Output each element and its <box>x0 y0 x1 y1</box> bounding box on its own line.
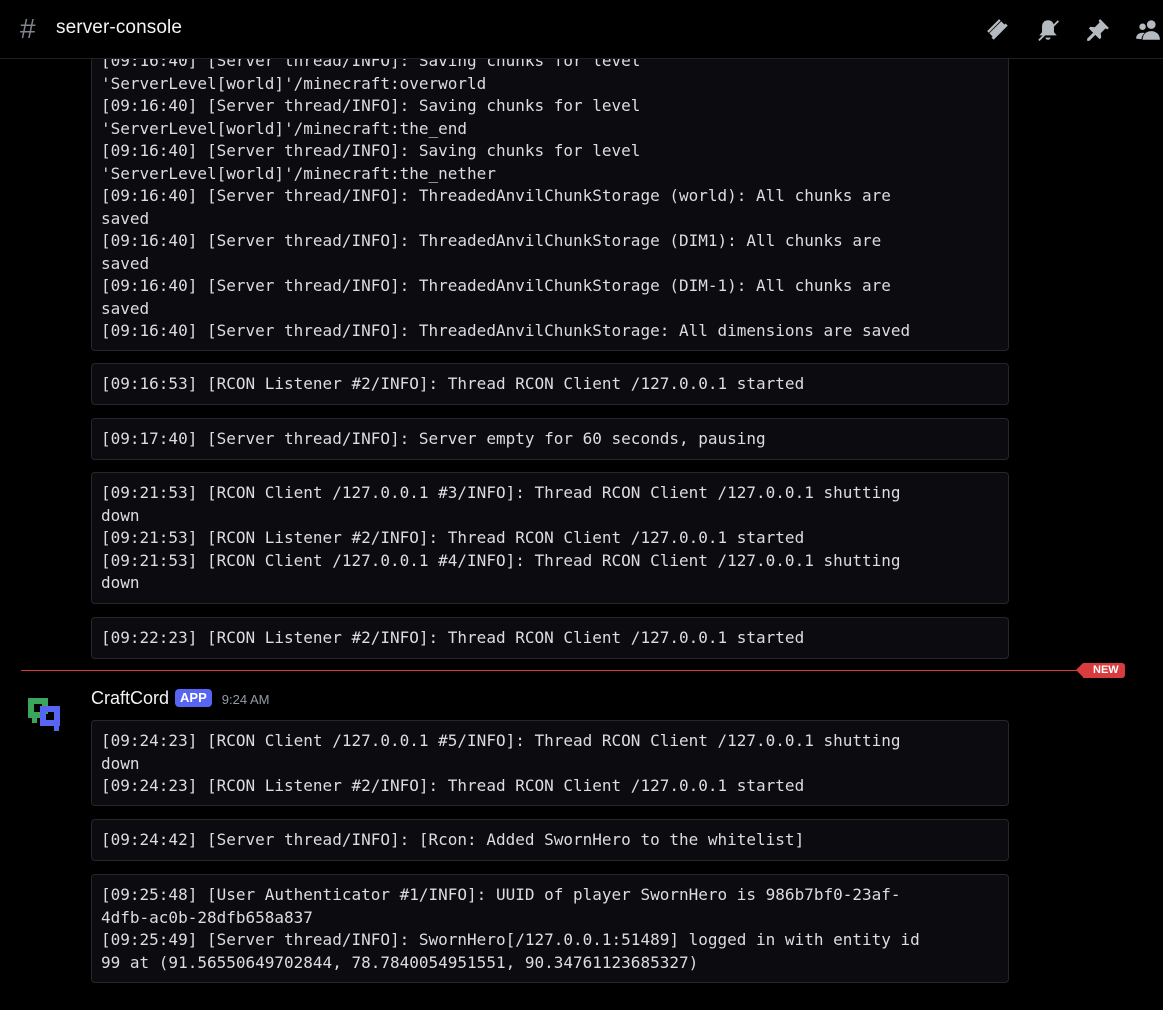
log-line: [09:22:23] [RCON Listener #2/INFO]: Thre… <box>101 628 805 647</box>
log-line: down <box>101 753 140 773</box>
app-tag: APP <box>175 689 212 707</box>
log-line: 99 at (91.56550649702844, 78.78400549515… <box>101 952 699 972</box>
log-line: [09:24:42] [Server thread/INFO]: [Rcon: … <box>101 830 805 849</box>
log-line: [09:21:53] [RCON Client /127.0.0.1 #4/IN… <box>101 550 901 570</box>
log-line: [09:25:49] [Server thread/INFO]: SwornHe… <box>101 930 920 949</box>
log-line: saved <box>101 298 150 318</box>
log-line: [09:16:40] [Server thread/INFO]: Threade… <box>101 231 882 250</box>
log-line: [09:24:23] [RCON Client /127.0.0.1 #5/IN… <box>101 731 901 750</box>
pin-icon[interactable] <box>1083 15 1113 45</box>
code-block: [09:25:48] [User Authenticator #1/INFO]:… <box>91 874 1009 983</box>
hashtag-icon: # <box>20 13 36 44</box>
log-line: [09:24:23] [RCON Listener #2/INFO]: Thre… <box>101 776 805 795</box>
code-block: [09:17:40] [Server thread/INFO]: Server … <box>91 418 1009 460</box>
author-name[interactable]: CraftCord <box>91 688 169 709</box>
author-avatar[interactable] <box>26 694 66 734</box>
code-block: [09:21:53] [RCON Client /127.0.0.1 #3/IN… <box>91 472 1009 604</box>
log-line: 'ServerLevel[world]'/minecraft:overworld <box>101 73 487 93</box>
log-line: [09:17:40] [Server thread/INFO]: Server … <box>101 429 766 448</box>
channel-name: server-console <box>56 17 183 38</box>
notifications-muted-icon[interactable] <box>1033 15 1063 45</box>
craftcord-logo-icon <box>28 698 60 731</box>
message-header: CraftCord APP 9:24 AM <box>91 686 269 710</box>
header-toolbar <box>963 15 1163 45</box>
code-block: [09:24:23] [RCON Client /127.0.0.1 #5/IN… <box>91 720 1009 806</box>
log-line: [09:16:40] [Server thread/INFO]: Threade… <box>101 186 891 205</box>
code-block: [09:24:42] [Server thread/INFO]: [Rcon: … <box>91 819 1009 861</box>
log-line: [09:16:40] [Server thread/INFO]: Saving … <box>101 141 641 160</box>
code-block: [09:16:40] [Server thread/INFO]: Saving … <box>91 59 1009 351</box>
log-line: 4dfb-ac0b-28dfb658a837 <box>101 907 313 927</box>
threads-icon[interactable] <box>983 15 1013 45</box>
log-line: saved <box>101 253 150 273</box>
log-line: saved <box>101 208 150 228</box>
new-messages-divider <box>21 670 1091 671</box>
members-icon[interactable] <box>1133 15 1163 45</box>
log-line: [09:21:53] [RCON Listener #2/INFO]: Thre… <box>101 528 805 547</box>
code-block: [09:16:53] [RCON Listener #2/INFO]: Thre… <box>91 363 1009 405</box>
log-line: 'ServerLevel[world]'/minecraft:the_nethe… <box>101 163 496 183</box>
log-line: 'ServerLevel[world]'/minecraft:the_end <box>101 118 468 138</box>
message-timestamp: 9:24 AM <box>221 692 270 707</box>
log-line: down <box>101 505 140 525</box>
log-line: [09:16:40] [Server thread/INFO]: Saving … <box>101 59 641 70</box>
log-line: [09:16:53] [RCON Listener #2/INFO]: Thre… <box>101 374 805 393</box>
log-line: [09:25:48] [User Authenticator #1/INFO]:… <box>101 885 901 904</box>
message-list[interactable]: [09:16:40] [Server thread/INFO]: Saving … <box>0 59 1163 1010</box>
log-line: [09:16:40] [Server thread/INFO]: Saving … <box>101 96 641 115</box>
new-messages-badge: NEW <box>1076 663 1125 678</box>
log-line: [09:16:40] [Server thread/INFO]: Threade… <box>101 321 911 340</box>
log-line: down <box>101 573 140 592</box>
code-block: [09:22:23] [RCON Listener #2/INFO]: Thre… <box>91 617 1009 659</box>
log-line: [09:21:53] [RCON Client /127.0.0.1 #3/IN… <box>101 483 901 502</box>
channel-header: # server-console <box>0 0 1163 59</box>
log-line: [09:16:40] [Server thread/INFO]: Threade… <box>101 276 891 295</box>
